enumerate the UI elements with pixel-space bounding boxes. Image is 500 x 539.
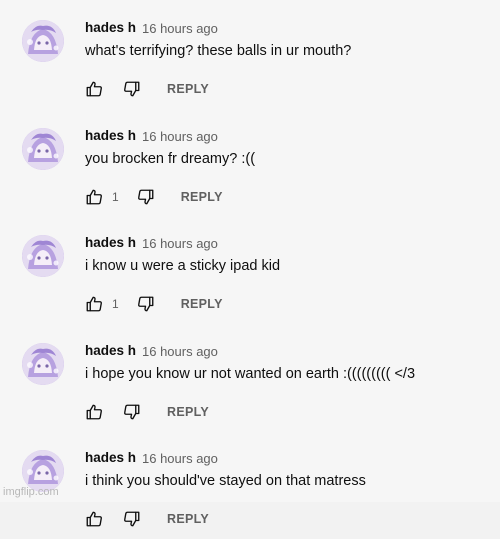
comment-text: what's terrifying? these balls in ur mou… bbox=[85, 43, 352, 59]
comment-timestamp[interactable]: 16 hours ago bbox=[142, 344, 218, 359]
comment: hades h 16 hours ago i know u were a sti… bbox=[0, 217, 500, 324]
avatar-image bbox=[22, 235, 64, 277]
avatar[interactable] bbox=[22, 127, 64, 170]
thumbs-down-icon[interactable] bbox=[123, 80, 141, 98]
reply-button[interactable]: REPLY bbox=[167, 405, 209, 419]
comment: hades h 16 hours ago i hope you know ur … bbox=[0, 325, 500, 432]
like-count: 1 bbox=[112, 189, 119, 204]
comment: hades h 16 hours ago i think you should'… bbox=[0, 432, 500, 539]
comment-author[interactable]: hades h bbox=[85, 128, 136, 143]
avatar[interactable] bbox=[22, 342, 64, 385]
comment-timestamp[interactable]: 16 hours ago bbox=[142, 129, 218, 144]
comment-text: i hope you know ur not wanted on earth :… bbox=[85, 365, 416, 382]
reply-button[interactable]: REPLY bbox=[167, 512, 209, 526]
comment-author[interactable]: hades h bbox=[85, 235, 136, 250]
comment-author[interactable]: hades h bbox=[85, 343, 136, 358]
thumbs-up-icon[interactable] bbox=[85, 188, 103, 206]
avatar[interactable] bbox=[22, 20, 64, 62]
thumbs-down-icon[interactable] bbox=[137, 295, 155, 313]
comment-text: i think you should've stayed on that mat… bbox=[85, 473, 366, 489]
comment-author[interactable]: hades h bbox=[85, 450, 136, 465]
comment-actions: REPLY bbox=[85, 508, 209, 530]
thumbs-down-icon[interactable] bbox=[123, 403, 141, 421]
comment-text: you brocken fr dreamy? :(( bbox=[85, 150, 256, 167]
avatar-image bbox=[22, 342, 64, 385]
comment-actions: 1 REPLY bbox=[85, 293, 223, 315]
avatar-image bbox=[22, 127, 64, 170]
thumbs-up-icon[interactable] bbox=[85, 510, 103, 528]
comment-actions: REPLY bbox=[85, 78, 209, 100]
thumbs-up-icon[interactable] bbox=[85, 295, 103, 313]
avatar-image bbox=[22, 20, 64, 62]
thumbs-up-icon[interactable] bbox=[85, 80, 103, 98]
thumbs-down-icon[interactable] bbox=[137, 188, 155, 206]
like-count: 1 bbox=[112, 297, 119, 311]
comment: hades h 16 hours ago what's terrifying? … bbox=[0, 2, 500, 109]
avatar[interactable] bbox=[22, 235, 64, 277]
reply-button[interactable]: REPLY bbox=[181, 297, 223, 311]
thumbs-down-icon[interactable] bbox=[123, 510, 141, 528]
comment-timestamp[interactable]: 16 hours ago bbox=[142, 236, 218, 251]
comment-timestamp[interactable]: 16 hours ago bbox=[142, 451, 218, 466]
comment-text: i know u were a sticky ipad kid bbox=[85, 258, 281, 274]
watermark: imgflip.com bbox=[3, 486, 59, 498]
reply-button[interactable]: REPLY bbox=[181, 190, 223, 204]
comment-list: hades h 16 hours ago what's terrifying? … bbox=[0, 0, 500, 527]
comment-timestamp[interactable]: 16 hours ago bbox=[142, 21, 218, 36]
comment-author[interactable]: hades h bbox=[85, 20, 136, 35]
reply-button[interactable]: REPLY bbox=[167, 82, 209, 96]
comment: hades h 16 hours ago you brocken fr drea… bbox=[0, 110, 500, 217]
comment-actions: 1 REPLY bbox=[85, 186, 223, 208]
thumbs-up-icon[interactable] bbox=[85, 403, 103, 421]
comment-actions: REPLY bbox=[85, 401, 209, 423]
